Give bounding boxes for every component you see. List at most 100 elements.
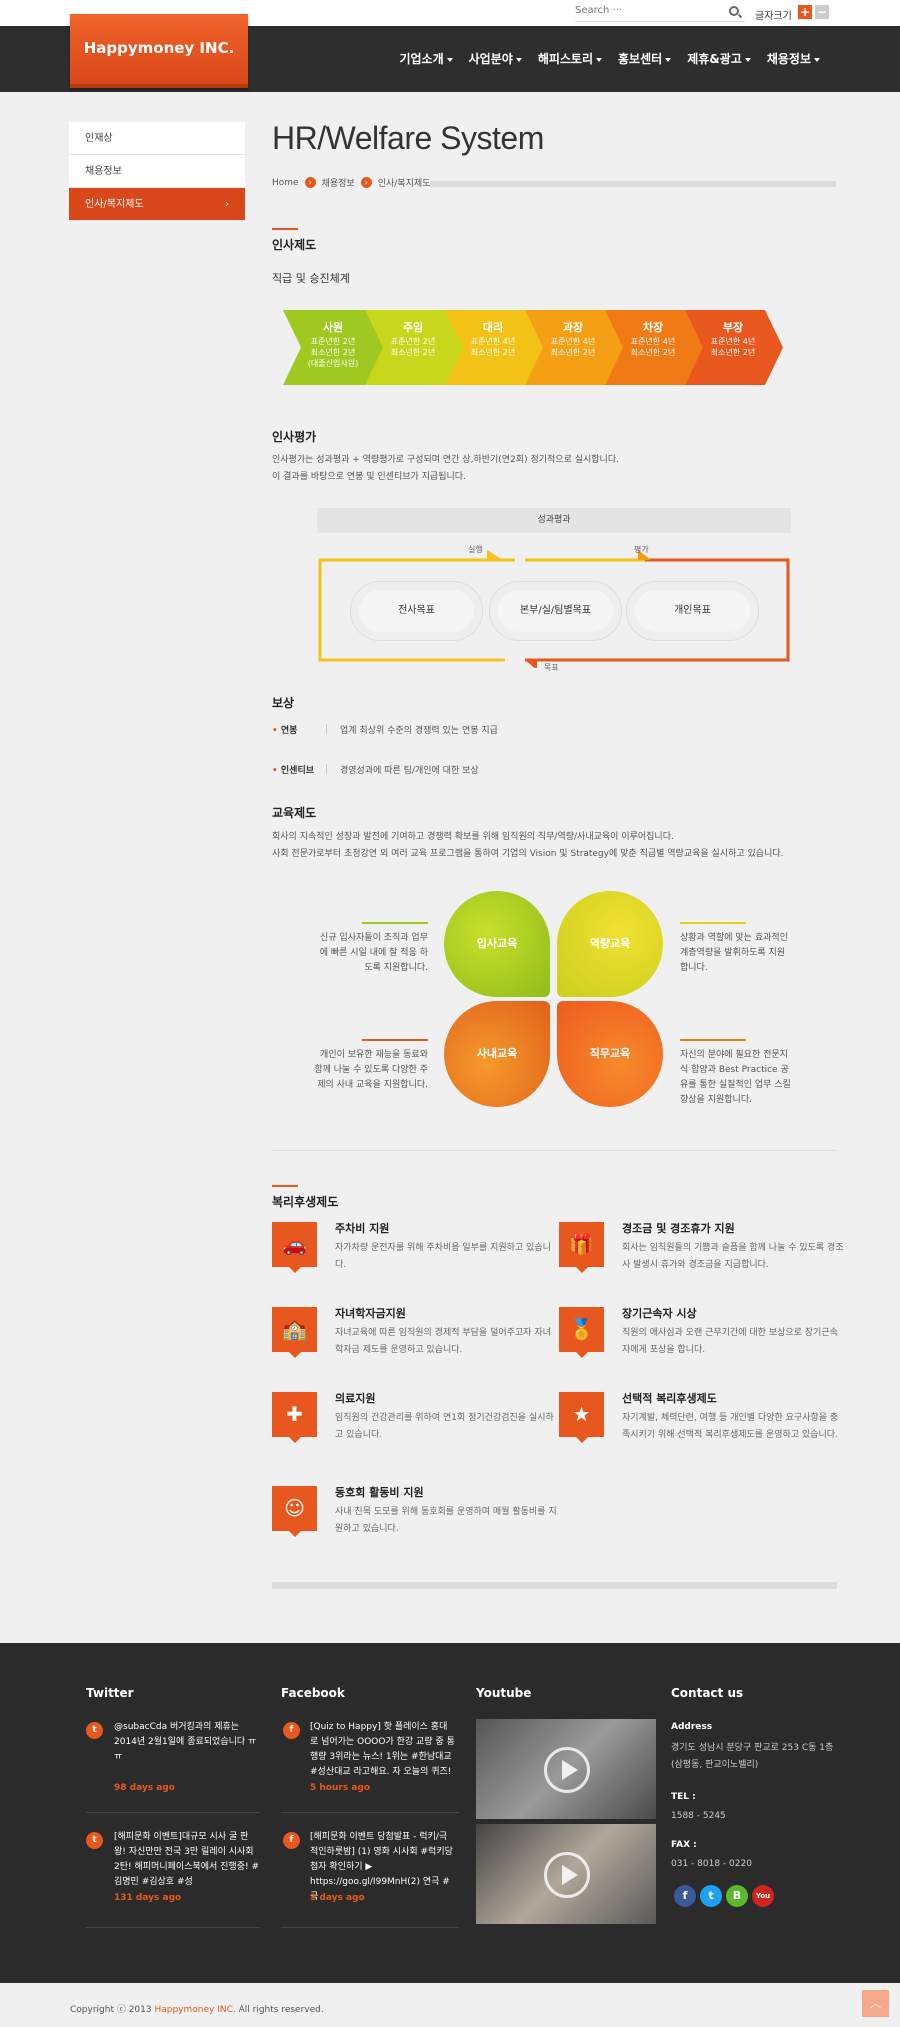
copyright-brand[interactable]: Happymoney INC. — [154, 2005, 235, 2015]
chevron-down-icon — [515, 57, 522, 62]
welfare-desc: 자기계발, 체력단련, 여행 등 개인별 다양한 요구사항을 충족시키기 위해 … — [622, 1413, 839, 1440]
footer — [0, 1643, 900, 1983]
rank-term: 표준년한 2년 — [310, 337, 356, 346]
rank-term: (대졸신입사원) — [307, 359, 359, 368]
nav-item-careers[interactable]: 채용정보 — [759, 26, 828, 92]
welfare-desc: 직원의 애사심과 오랜 근무기간에 대한 보상으로 장기근속자에게 포상을 합니… — [622, 1328, 838, 1355]
section-title-evaluation: 인사평가 — [272, 430, 317, 444]
main-content: HR/Welfare System — [272, 120, 837, 157]
rank-name: 사원 — [322, 321, 344, 334]
chevron-down-icon — [596, 57, 603, 62]
main-nav: 기업소개 사업분야 해피스토리 홍보센터 제휴&광고 채용정보 — [391, 26, 828, 92]
medical-kit-icon: ✚ — [286, 1402, 303, 1426]
divider — [326, 764, 327, 774]
facebook-icon: f — [283, 1722, 300, 1739]
chevron-right-icon: › — [225, 199, 229, 210]
contact-fax: 031 - 8018 - 0220 — [671, 1859, 752, 1869]
twitter-icon: t — [86, 1722, 103, 1739]
contact-fax-label: FAX : — [671, 1840, 697, 1850]
pill-division-goal: 본부/실/팀별목표 — [489, 581, 622, 641]
petal-job: 직무교육 — [557, 1001, 663, 1107]
pill-personal-goal: 개인목표 — [626, 581, 759, 641]
divider — [362, 1039, 428, 1041]
search-icon[interactable] — [729, 6, 739, 16]
welfare-icon-box: ✚ — [272, 1392, 317, 1443]
sidebar-item-hr-welfare[interactable]: 인사/복지제도 › — [69, 188, 245, 221]
twitter-post-text[interactable]: [해피문화 이벤트]대규모 시사 굴 판왕! 자신만만 전국 3만 릴레이 시사… — [114, 1830, 259, 1890]
welfare-desc: 회사는 임직원들의 기쁨과 슬픔을 함께 나눌 수 있도록 경조사 발생시 휴가… — [622, 1243, 844, 1270]
facebook-post-time: 5 hours ago — [310, 1783, 371, 1793]
facebook-post-text[interactable]: [Quiz to Happy] 핫 플레이스 홍대로 넘어가는 OOOO가 한강… — [310, 1720, 455, 1780]
label-evaluation: 평가 — [634, 545, 649, 554]
comp-key-salary: 연봉 — [272, 723, 298, 736]
scroll-to-top-button[interactable]: ︿ — [862, 1990, 889, 2017]
welfare-icon-box: ★ — [559, 1392, 604, 1443]
chevron-down-icon — [446, 57, 453, 62]
blog-icon[interactable]: B — [726, 1885, 748, 1907]
section-title-welfare: 복리후생제도 — [272, 1185, 339, 1209]
play-icon[interactable] — [544, 1747, 590, 1793]
breadcrumb-recruit[interactable]: 채용정보 — [322, 176, 355, 189]
search-box[interactable] — [575, 5, 745, 22]
education-desc-1: 회사의 지속적인 성장과 발전에 기여하고 경쟁력 확보를 위해 임직원의 직무… — [272, 832, 674, 842]
petal-onboarding: 입사교육 — [444, 891, 550, 997]
contact-address-label: Address — [671, 1722, 713, 1732]
divider — [362, 922, 428, 924]
divider — [680, 922, 746, 924]
car-icon: 🚗 — [282, 1232, 307, 1256]
facebook-icon[interactable]: f — [674, 1885, 696, 1907]
nav-item-business[interactable]: 사업분야 — [461, 26, 530, 92]
rank-name: 차장 — [642, 321, 664, 334]
edu-text-competency: 상황과 역할에 맞는 효과적인 계층역량을 발휘하도록 지원 합니다. — [680, 933, 788, 973]
welfare-title: 동호회 활동비 지원 — [335, 1486, 424, 1499]
welfare-title: 의료지원 — [335, 1392, 376, 1405]
twitter-post-text[interactable]: @subacCda 버거킹과의 제휴는 2014년 2월1일에 종료되었습니다 … — [114, 1720, 259, 1765]
rank-name: 대리 — [482, 321, 504, 334]
font-decrease-button[interactable]: − — [815, 5, 829, 19]
smiley-icon: ☺ — [284, 1496, 305, 1520]
breadcrumb-arrow-icon: › — [360, 177, 372, 188]
contact-tel: 1588 - 5245 — [671, 1811, 726, 1821]
twitter-icon[interactable]: t — [700, 1885, 722, 1907]
breadcrumb-divider — [430, 181, 836, 187]
facebook-post-time: 3 days ago — [310, 1893, 365, 1903]
sidebar-item-recruit[interactable]: 채용정보 — [69, 155, 245, 188]
play-icon[interactable] — [544, 1852, 590, 1898]
welfare-title: 경조금 및 경조휴가 지원 — [622, 1222, 735, 1235]
welfare-desc: 자가차량 운전자를 위해 주차비용 일부를 지원하고 있습니다. — [335, 1243, 551, 1270]
rank-name: 부장 — [722, 321, 744, 334]
rank-chevron: 사원 표준년한 2년 최소년한 2년 (대졸신입사원) — [283, 310, 383, 385]
footer-youtube-title: Youtube — [476, 1686, 532, 1700]
breadcrumb-arrow-icon: › — [304, 177, 316, 188]
subtitle-rank-promotion: 직급 및 승진체계 — [272, 272, 350, 285]
comp-key-incentive: 인센티브 — [272, 763, 314, 776]
education-desc-2: 사회 전문가로부터 초청강연 외 여러 교육 프로그램을 통하여 기업의 Vis… — [272, 849, 784, 859]
petal-competency: 역량교육 — [557, 891, 663, 997]
pill-company-goal: 전사목표 — [350, 581, 483, 641]
nav-item-pr[interactable]: 홍보센터 — [610, 26, 679, 92]
divider — [281, 1812, 459, 1813]
award-icon: 🏅 — [569, 1317, 594, 1341]
gift-icon: 🎁 — [569, 1232, 594, 1256]
star-icon: ★ — [572, 1402, 591, 1426]
youtube-video-thumb[interactable] — [476, 1719, 656, 1819]
nav-item-partnership[interactable]: 제휴&광고 — [679, 26, 759, 92]
chevron-down-icon — [814, 57, 820, 62]
font-increase-button[interactable]: + — [798, 5, 812, 19]
welfare-title: 주차비 지원 — [335, 1222, 390, 1235]
nav-item-about[interactable]: 기업소개 — [391, 26, 460, 92]
breadcrumb: Home › 채용정보 › 인사/복지제도 — [272, 176, 430, 189]
nav-item-happystory[interactable]: 해피스토리 — [530, 26, 610, 92]
twitter-icon: t — [86, 1832, 103, 1849]
sidebar-item-talent[interactable]: 인재상 — [69, 122, 245, 155]
logo[interactable]: Happymoney INC. — [70, 14, 248, 88]
youtube-video-thumb[interactable] — [476, 1824, 656, 1924]
footer-contact-title: Contact us — [671, 1686, 744, 1700]
breadcrumb-home[interactable]: Home — [272, 178, 299, 188]
welfare-title: 장기근속자 시상 — [622, 1307, 697, 1320]
youtube-icon[interactable]: You — [752, 1885, 774, 1907]
petal-internal: 사내교육 — [444, 1001, 550, 1107]
page-title: HR/Welfare System — [272, 120, 544, 156]
edu-text-job: 자신의 분야에 필요한 전문지식 함양과 Best Practice 공유를 통… — [680, 1050, 791, 1105]
search-input[interactable] — [575, 5, 715, 16]
